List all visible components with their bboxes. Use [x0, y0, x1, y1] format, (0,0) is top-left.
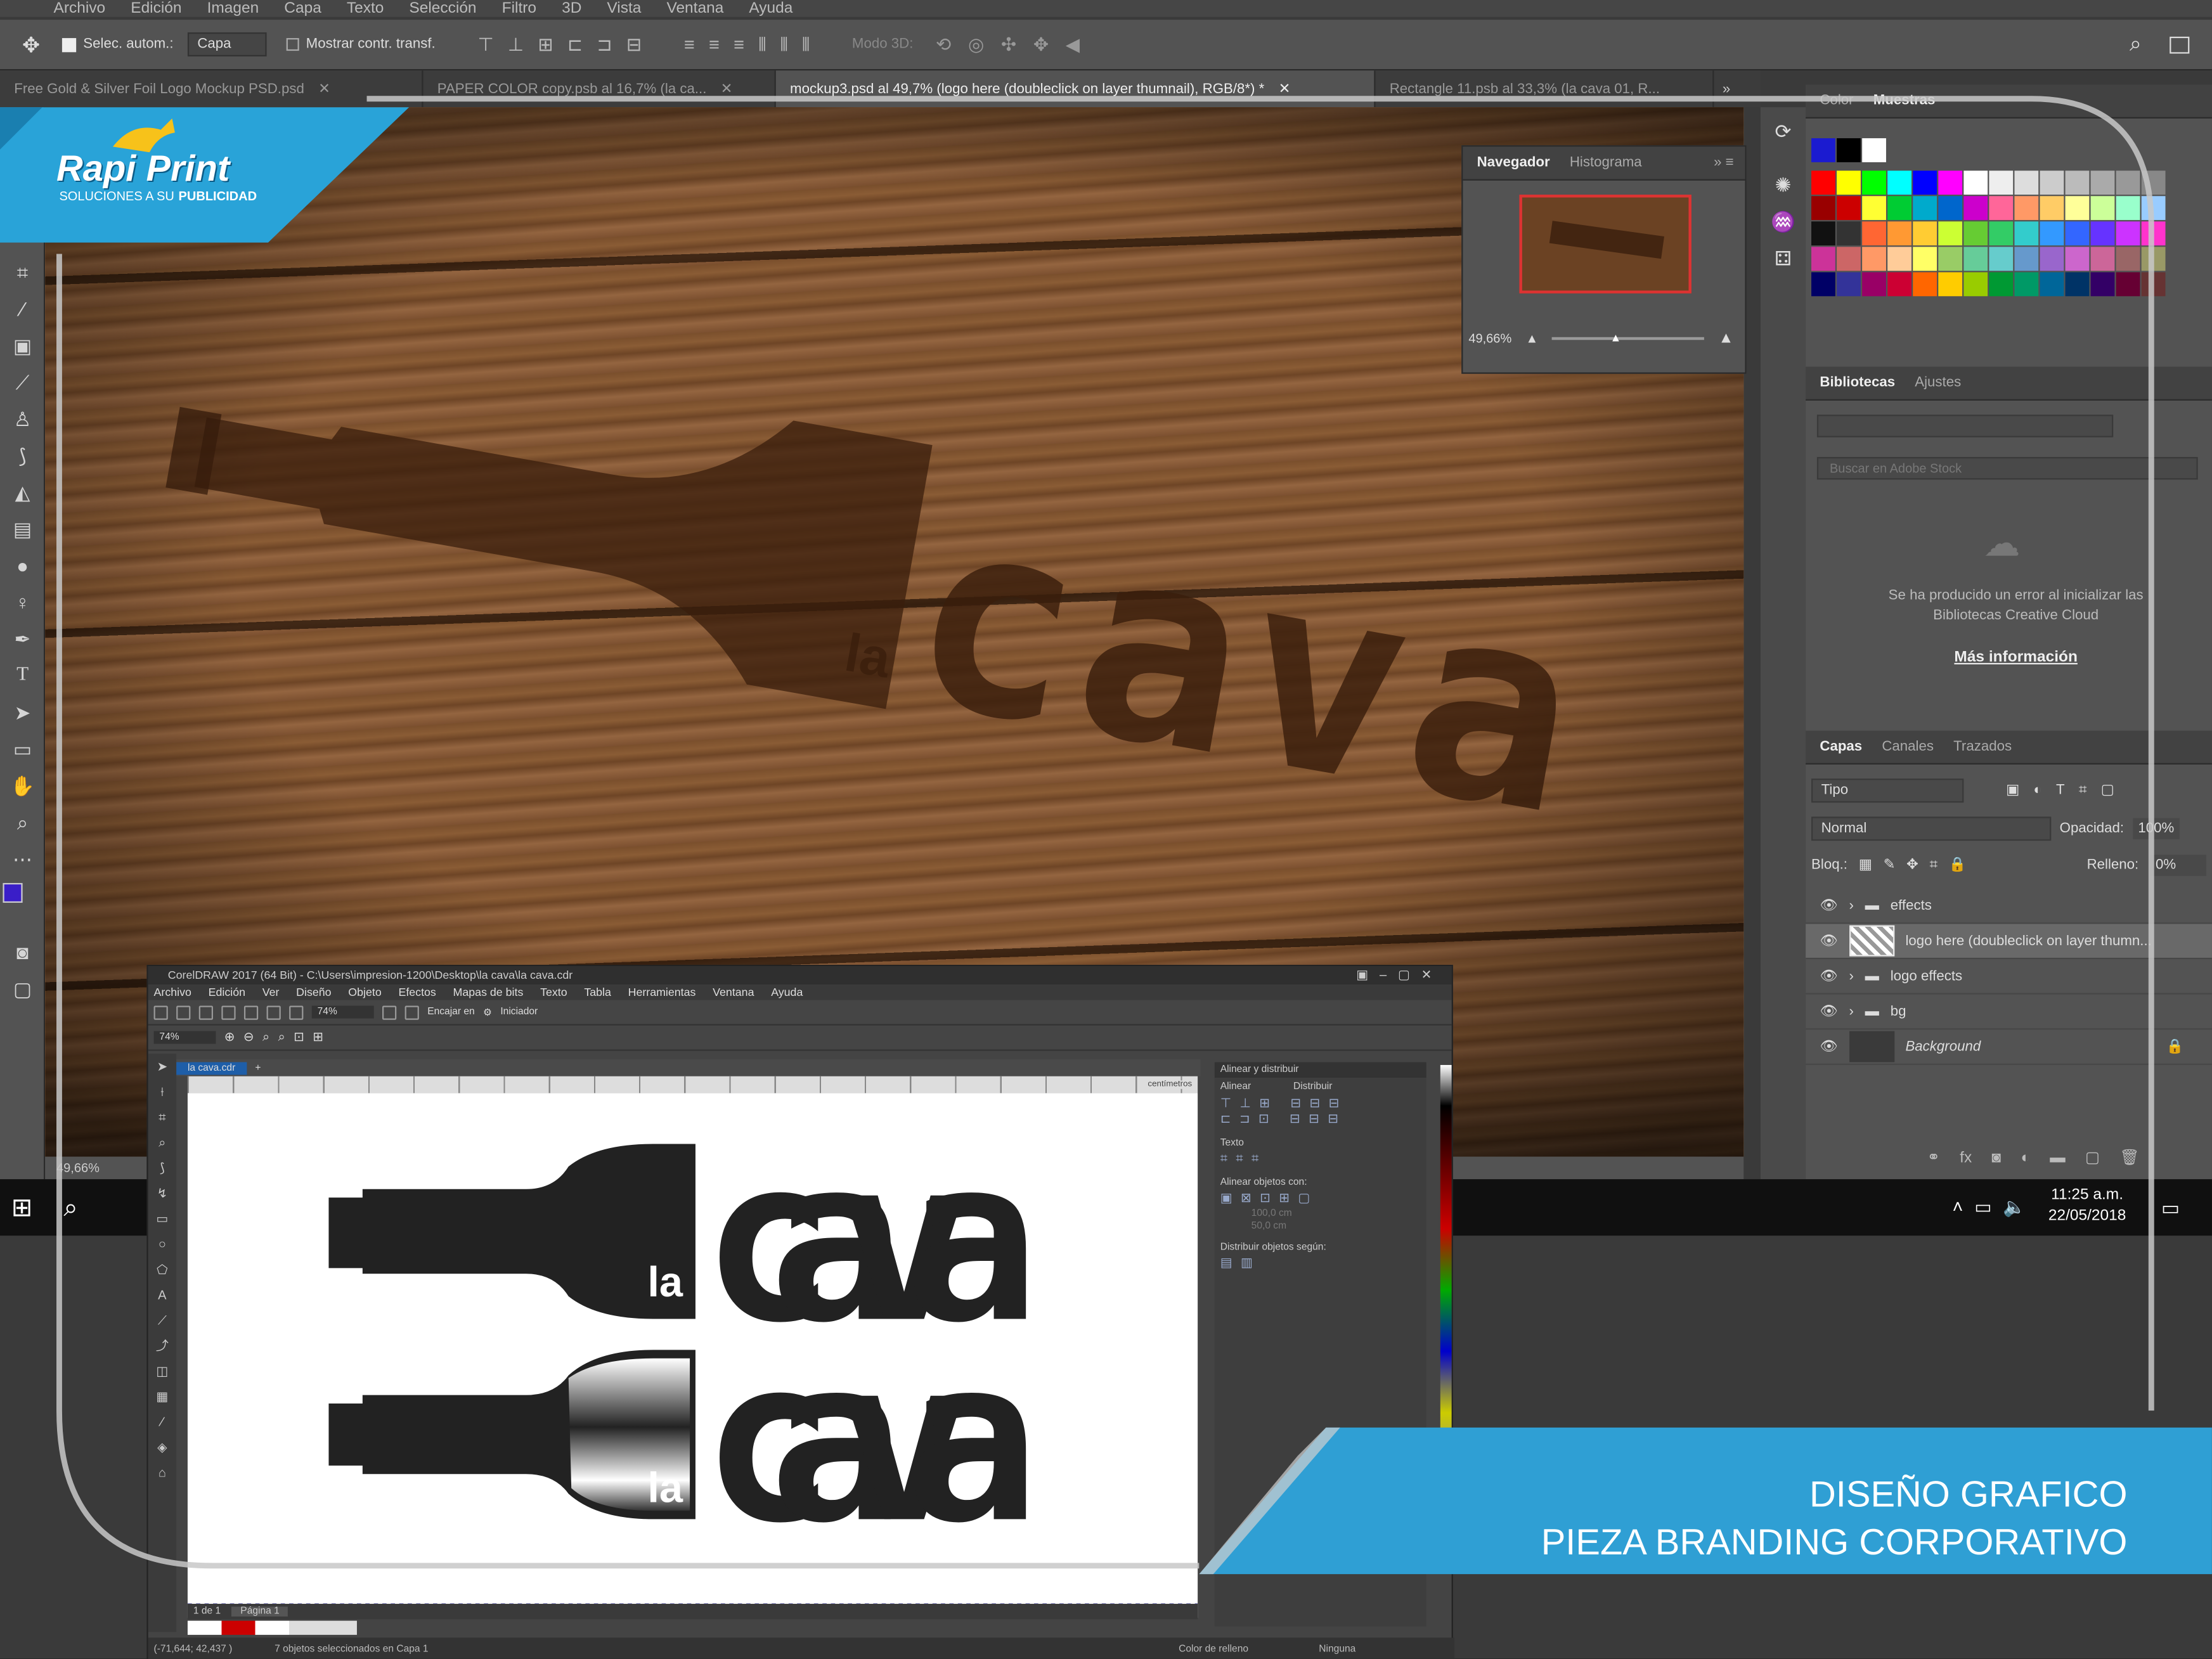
decorative-frame — [56, 96, 2154, 1569]
service-banner: DISEÑO GRAFICO PIEZA BRANDING CORPORATIV… — [1199, 1427, 2212, 1575]
brand-name: Rapi Print — [56, 146, 230, 190]
rapi-print-logo-band: Rapi Print SOLUCIONES A SU PUBLICIDAD — [0, 107, 410, 243]
banner-text: DISEÑO GRAFICO PIEZA BRANDING CORPORATIV… — [1541, 1470, 2128, 1566]
banner-line1: DISEÑO GRAFICO — [1809, 1473, 2128, 1515]
banner-line2: PIEZA BRANDING CORPORATIVO — [1541, 1520, 2128, 1563]
brand-tagline: SOLUCIONES A SU PUBLICIDAD — [59, 189, 257, 203]
screenshot: Archivo Edición Imagen Capa Texto Selecc… — [0, 0, 2212, 1659]
tagline-strong: PUBLICIDAD — [178, 189, 257, 203]
tagline-text: SOLUCIONES A SU — [59, 189, 174, 203]
